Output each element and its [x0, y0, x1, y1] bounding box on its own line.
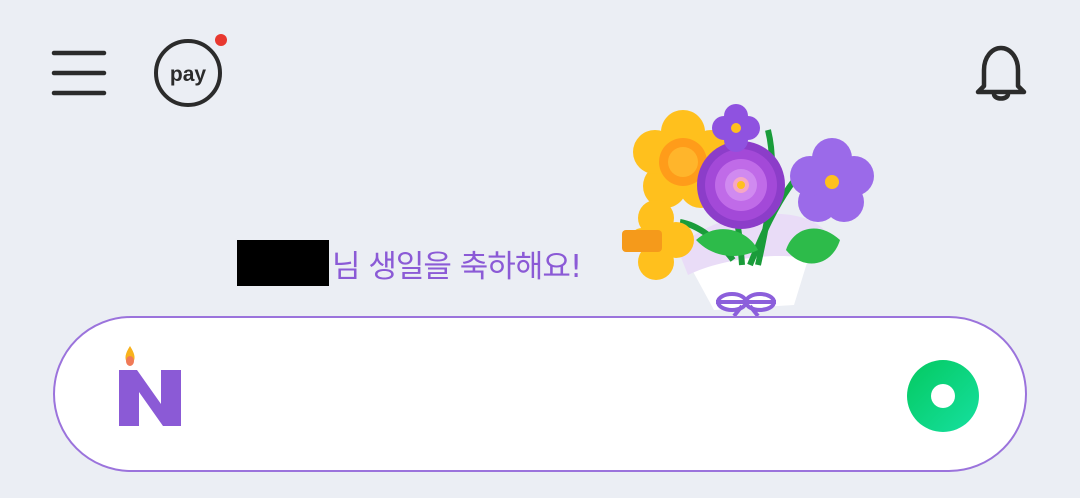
naver-birthday-logo: [117, 340, 183, 430]
redacted-user-name: [237, 240, 329, 286]
pay-button[interactable]: pay: [150, 32, 228, 110]
pay-icon: pay: [154, 34, 227, 107]
notifications-button[interactable]: [970, 42, 1032, 104]
search-button[interactable]: [905, 358, 981, 434]
menu-button[interactable]: [50, 48, 108, 98]
notification-dot: [215, 34, 227, 46]
greeting-text: 님 생일을 축하해요!: [332, 248, 582, 285]
green-search-icon: [907, 360, 979, 432]
n-logo-letter: [119, 370, 181, 426]
pay-label: pay: [170, 63, 207, 86]
bell-icon: [975, 45, 1027, 101]
birthday-bouquet-icon: [618, 100, 880, 318]
birthday-greeting: 님 생일을 축하해요!: [237, 240, 582, 286]
hamburger-menu-icon: [51, 50, 107, 96]
search-input[interactable]: [205, 358, 889, 434]
search-bar[interactable]: [53, 316, 1027, 472]
